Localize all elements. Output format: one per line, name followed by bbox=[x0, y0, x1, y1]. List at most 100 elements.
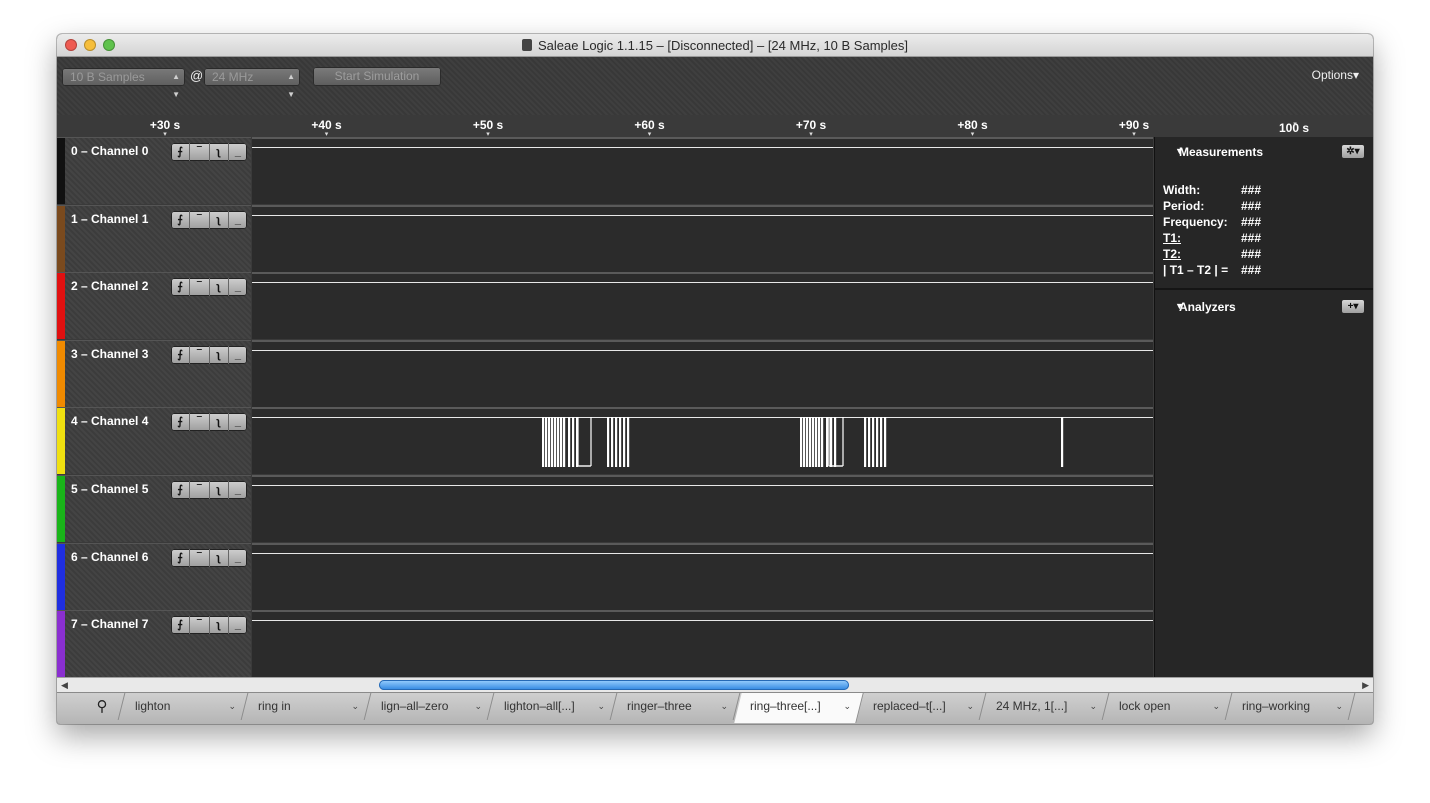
trigger-high-icon[interactable]: ‾ bbox=[190, 413, 210, 432]
capture-tab[interactable]: ring in ⌄ bbox=[242, 693, 372, 720]
scroll-right-icon[interactable]: ▶ bbox=[1362, 678, 1369, 692]
trigger-low-icon[interactable]: _ bbox=[229, 413, 247, 431]
trigger-buttons: ⨍ ‾ ʅ _ bbox=[171, 278, 247, 297]
trigger-falling-edge-icon[interactable]: ʅ bbox=[210, 143, 229, 161]
trigger-high-icon[interactable]: ‾ bbox=[190, 210, 210, 229]
measurement-value: ### bbox=[1241, 183, 1262, 197]
channel-waveform[interactable] bbox=[252, 204, 1153, 272]
search-tab[interactable]: ⚲ bbox=[79, 693, 126, 720]
trigger-low-icon[interactable]: _ bbox=[229, 211, 247, 229]
trigger-low-icon[interactable]: _ bbox=[229, 616, 247, 634]
pulse bbox=[627, 417, 630, 468]
channel-label[interactable]: 5 – Channel 5 ⨍ ‾ ʅ _ bbox=[57, 475, 251, 542]
chevron-down-icon[interactable]: ⌄ bbox=[720, 693, 728, 720]
sample-count-select[interactable]: 10 B Samples ▲ ▼ bbox=[62, 68, 185, 99]
channel-row: 7 – Channel 7 ⨍ ‾ ʅ _ bbox=[57, 610, 1153, 678]
chevron-down-icon[interactable]: ⌄ bbox=[1089, 693, 1097, 720]
channel-waveform[interactable] bbox=[252, 475, 1153, 542]
trigger-falling-edge-icon[interactable]: ʅ bbox=[210, 210, 229, 229]
trigger-falling-edge-icon[interactable]: ʅ bbox=[210, 345, 229, 364]
capture-tab[interactable]: ring–three[...] ⌄ bbox=[734, 693, 864, 723]
time-ruler[interactable]: +30 s ▾ +40 s ▾ +50 s ▾ +60 s ▾ +70 s ▾ +80 s ▾ +90 … bbox=[57, 118, 1373, 138]
measurements-header[interactable]: ▼ Measurements ✲▾ bbox=[1155, 137, 1373, 163]
gear-icon[interactable]: ✲▾ bbox=[1342, 145, 1364, 158]
analyzers-header[interactable]: ▼ Analyzers +▾ bbox=[1155, 292, 1373, 318]
trigger-high-icon[interactable]: ‾ bbox=[190, 548, 210, 567]
trigger-low-icon[interactable]: _ bbox=[229, 549, 247, 567]
start-simulation-button[interactable]: Start Simulation bbox=[313, 67, 441, 86]
trigger-rising-edge-icon[interactable]: ⨍ bbox=[171, 413, 191, 432]
options-menu[interactable]: Options▾ bbox=[1312, 68, 1359, 82]
trigger-falling-edge-icon[interactable]: ʅ bbox=[210, 548, 229, 567]
scrollbar-thumb[interactable] bbox=[379, 680, 849, 690]
measurement-row: Width: ### bbox=[1163, 183, 1261, 197]
channel-name: 2 – Channel 2 bbox=[71, 279, 149, 294]
chevron-down-icon[interactable]: ⌄ bbox=[966, 693, 974, 720]
capture-tab-label: lign–all–zero bbox=[381, 699, 449, 713]
channel-waveform[interactable] bbox=[252, 272, 1153, 340]
chevron-down-icon[interactable]: ⌄ bbox=[228, 693, 236, 720]
channel-waveform[interactable] bbox=[252, 542, 1153, 610]
chevron-down-icon[interactable]: ⌄ bbox=[1335, 693, 1343, 720]
trigger-high-icon[interactable]: ‾ bbox=[190, 616, 210, 635]
channel-name: 5 – Channel 5 bbox=[71, 482, 149, 496]
at-label: @ bbox=[190, 68, 204, 83]
trigger-low-icon[interactable]: _ bbox=[229, 278, 247, 296]
waveform-line bbox=[252, 552, 1153, 554]
capture-tab[interactable]: lock open ⌄ bbox=[1103, 693, 1233, 720]
chevron-down-icon[interactable]: ⌄ bbox=[474, 693, 482, 720]
trigger-rising-edge-icon[interactable]: ⨍ bbox=[171, 210, 191, 229]
scroll-left-icon[interactable]: ◀ bbox=[61, 678, 68, 692]
channel-label[interactable]: 0 – Channel 0 ⨍ ‾ ʅ _ bbox=[57, 137, 251, 204]
trigger-high-icon[interactable]: ‾ bbox=[190, 143, 210, 161]
capture-tab[interactable]: lign–all–zero ⌄ bbox=[365, 693, 495, 720]
trigger-falling-edge-icon[interactable]: ʅ bbox=[210, 481, 229, 499]
channel-name: 3 – Channel 3 bbox=[71, 346, 149, 361]
channel-color-bar bbox=[57, 138, 65, 204]
measurement-key[interactable]: T2: bbox=[1163, 247, 1241, 261]
trigger-rising-edge-icon[interactable]: ⨍ bbox=[171, 481, 191, 499]
add-analyzer-icon[interactable]: +▾ bbox=[1342, 300, 1364, 313]
chevron-down-icon[interactable]: ⌄ bbox=[843, 693, 851, 720]
measurement-value: ### bbox=[1241, 215, 1262, 229]
trigger-high-icon[interactable]: ‾ bbox=[190, 481, 210, 499]
channel-waveform[interactable] bbox=[252, 137, 1153, 204]
sample-rate-select[interactable]: 24 MHz ▲ ▼ bbox=[204, 68, 300, 99]
capture-tab[interactable]: 24 MHz, 1[...] ⌄ bbox=[980, 693, 1110, 720]
capture-tab[interactable]: lighton–all[...] ⌄ bbox=[488, 693, 618, 720]
trigger-falling-edge-icon[interactable]: ʅ bbox=[210, 413, 229, 432]
trigger-high-icon[interactable]: ‾ bbox=[190, 345, 210, 364]
capture-tab[interactable]: lighton ⌄ bbox=[119, 693, 249, 720]
trigger-falling-edge-icon[interactable]: ʅ bbox=[210, 278, 229, 297]
pulse bbox=[572, 417, 575, 468]
trigger-rising-edge-icon[interactable]: ⨍ bbox=[171, 143, 191, 161]
channel-label[interactable]: 6 – Channel 6 ⨍ ‾ ʅ _ bbox=[57, 542, 251, 610]
channel-label[interactable]: 3 – Channel 3 ⨍ ‾ ʅ _ bbox=[57, 339, 251, 407]
capture-tab[interactable]: ring–working ⌄ bbox=[1226, 693, 1356, 720]
trigger-low-icon[interactable]: _ bbox=[229, 481, 247, 499]
chevron-down-icon[interactable]: ⌄ bbox=[597, 693, 605, 720]
channel-label[interactable]: 2 – Channel 2 ⨍ ‾ ʅ _ bbox=[57, 272, 251, 340]
pulse bbox=[864, 417, 867, 468]
trigger-rising-edge-icon[interactable]: ⨍ bbox=[171, 616, 191, 635]
trigger-low-icon[interactable]: _ bbox=[229, 143, 247, 161]
trigger-high-icon[interactable]: ‾ bbox=[190, 278, 210, 297]
chevron-down-icon[interactable]: ⌄ bbox=[351, 693, 359, 720]
ruler-tick-label: +60 s ▾ bbox=[634, 118, 665, 138]
trigger-rising-edge-icon[interactable]: ⨍ bbox=[171, 345, 191, 364]
trigger-rising-edge-icon[interactable]: ⨍ bbox=[171, 548, 191, 567]
channel-label[interactable]: 1 – Channel 1 ⨍ ‾ ʅ _ bbox=[57, 204, 251, 272]
channel-waveform[interactable] bbox=[252, 610, 1153, 678]
measurement-key[interactable]: T1: bbox=[1163, 231, 1241, 245]
trigger-falling-edge-icon[interactable]: ʅ bbox=[210, 616, 229, 635]
capture-tab[interactable]: ringer–three ⌄ bbox=[611, 693, 741, 720]
capture-tab[interactable]: replaced–t[...] ⌄ bbox=[857, 693, 987, 720]
horizontal-scrollbar[interactable]: ◀ ▶ bbox=[57, 677, 1373, 692]
channel-waveform[interactable] bbox=[252, 407, 1153, 475]
trigger-rising-edge-icon[interactable]: ⨍ bbox=[171, 278, 191, 297]
channel-label[interactable]: 4 – Channel 4 ⨍ ‾ ʅ _ bbox=[57, 407, 251, 475]
chevron-down-icon[interactable]: ⌄ bbox=[1212, 693, 1220, 720]
channel-waveform[interactable] bbox=[252, 339, 1153, 407]
trigger-low-icon[interactable]: _ bbox=[229, 346, 247, 364]
channel-label[interactable]: 7 – Channel 7 ⨍ ‾ ʅ _ bbox=[57, 610, 251, 678]
